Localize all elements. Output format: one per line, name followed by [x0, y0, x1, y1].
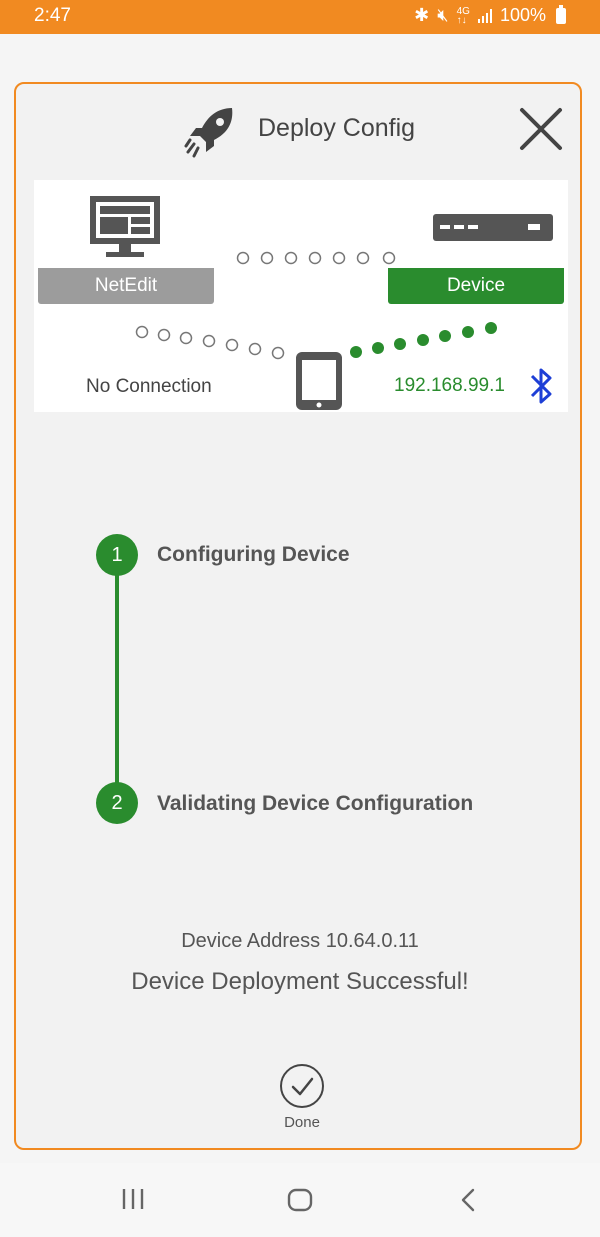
- status-bar: 2:47 ✱ 🔇︎ 4G ↑↓ 100%: [0, 0, 600, 34]
- step-1-badge: 1: [96, 534, 138, 576]
- monitor-icon: [90, 196, 160, 257]
- navigation-bar: [0, 1163, 600, 1237]
- step-2-label: Validating Device Configuration: [157, 792, 474, 815]
- bluetooth-icon: ✱: [414, 5, 430, 25]
- rocket-icon: [184, 108, 233, 158]
- netedit-device-link: [236, 251, 396, 265]
- bluetooth-icon: [530, 368, 552, 404]
- close-icon[interactable]: [516, 104, 566, 154]
- step-2-badge: 2: [96, 782, 138, 824]
- step-1-label: Configuring Device: [157, 543, 350, 566]
- netedit-connection-status: No Connection: [86, 376, 212, 397]
- signal-icon: [477, 8, 492, 23]
- step-connector-line: [115, 562, 119, 790]
- clock: 2:47: [34, 5, 71, 26]
- battery-icon: [556, 4, 566, 24]
- battery-percent: 100%: [499, 5, 546, 25]
- done-label: Done: [284, 1114, 320, 1131]
- device-address: Device Address 10.64.0.11: [181, 930, 419, 952]
- home-icon[interactable]: [286, 1187, 314, 1213]
- phone-device-link: [350, 322, 497, 358]
- phone-netedit-link: [135, 325, 285, 360]
- dialog-header: Deploy Config: [16, 84, 580, 174]
- recent-apps-icon[interactable]: [120, 1187, 146, 1211]
- netedit-label: NetEdit: [38, 268, 214, 304]
- back-icon[interactable]: [458, 1187, 478, 1213]
- phone-icon: [296, 352, 342, 410]
- network-4g-icon: 4G ↑↓: [456, 5, 470, 26]
- device-icon: [433, 214, 553, 241]
- status-icons: ✱ 🔇︎ 4G ↑↓ 100%: [414, 4, 566, 26]
- checkmark-circle-icon: [280, 1064, 324, 1108]
- connection-diagram: NetEdit Device No Connection 192.168.99.…: [34, 180, 568, 412]
- success-message: Device Deployment Successful!: [131, 968, 469, 995]
- done-button[interactable]: Done: [274, 1064, 330, 1131]
- device-ip-address: 192.168.99.1: [394, 375, 505, 396]
- mute-icon: 🔇︎: [437, 5, 449, 25]
- device-label: Device: [388, 268, 564, 304]
- deploy-dialog: Deploy Config NetEdit Device No Connecti…: [14, 82, 582, 1150]
- dialog-title: Deploy Config: [258, 114, 416, 142]
